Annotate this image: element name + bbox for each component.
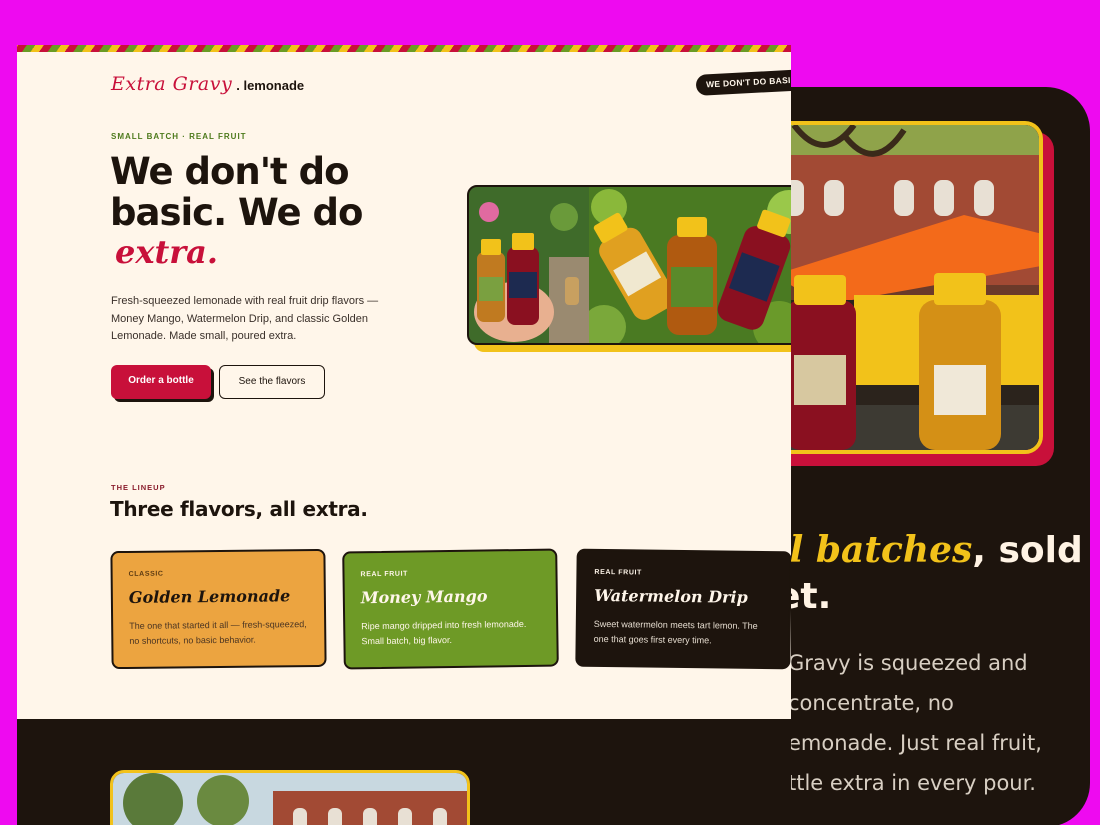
hero-eyebrow: SMALL BATCH · REAL FRUIT xyxy=(111,132,247,141)
hand-holding-bottles-photo xyxy=(469,187,589,343)
building-photo-illustration xyxy=(113,773,467,825)
card-name: Golden Lemonade xyxy=(128,586,291,607)
hero-description: Fresh-squeezed lemonade with real fruit … xyxy=(111,295,379,342)
card-name: Watermelon Drip xyxy=(594,585,748,607)
headline-rest: , sold xyxy=(972,530,1083,571)
building-photo xyxy=(110,770,470,825)
card-name: Money Mango xyxy=(360,586,488,608)
candy-stripe-border xyxy=(17,45,791,52)
bottles-in-plants-photo xyxy=(582,187,791,343)
lineup-title: Three flavors, all extra. xyxy=(110,497,368,521)
back-body: Gravy is squeezed and concentrate, no em… xyxy=(788,643,1088,803)
tagline-pill: WE DON'T DO BASIC xyxy=(695,69,791,96)
bottles-photo-illustration xyxy=(582,187,791,343)
dark-section xyxy=(17,719,791,825)
storefront-photo xyxy=(760,121,1043,454)
back-body-line: ttle extra in every pour. xyxy=(788,771,1036,795)
card-label: CLASSIC xyxy=(128,570,164,578)
flavor-card-money-mango[interactable]: REAL FRUIT Money Mango Ripe mango drippe… xyxy=(342,548,559,670)
back-body-line: concentrate, no xyxy=(788,691,954,715)
card-label: REAL FRUIT xyxy=(594,568,642,577)
hero-photos xyxy=(467,185,791,345)
lineup-eyebrow: THE LINEUP xyxy=(111,483,166,492)
brand-logo[interactable]: Extra Gravy . lemonade xyxy=(111,73,304,95)
card-description: The one that started it all — fresh-sque… xyxy=(129,619,307,646)
back-headline: ll batches, sold et. xyxy=(776,527,1090,620)
flavor-card-watermelon-drip[interactable]: REAL FRUIT Watermelon Drip Sweet waterme… xyxy=(575,548,791,670)
card-label: REAL FRUIT xyxy=(360,570,409,579)
main-page-preview: Extra Gravy . lemonade WE DON'T DO BASIC… xyxy=(17,45,791,825)
card-description: Sweet watermelon meets tart lemon. The o… xyxy=(593,618,758,645)
hero-accent-word: extra. xyxy=(115,233,218,271)
hero-title: We don't do basic. We do xyxy=(110,150,363,234)
back-body-line: Gravy is squeezed and xyxy=(788,651,1028,675)
see-flavors-button[interactable]: See the flavors xyxy=(219,365,325,399)
back-body-line: emonade. Just real fruit, xyxy=(788,731,1042,755)
flavor-card-golden-lemonade[interactable]: CLASSIC Golden Lemonade The one that sta… xyxy=(110,548,327,670)
brand-wordmark: Extra Gravy xyxy=(111,73,233,95)
headline-accent: ll batches xyxy=(776,529,973,571)
brand-suffix: . lemonade xyxy=(236,78,305,93)
storefront-photo-illustration xyxy=(764,125,1039,450)
card-description: Ripe mango dripped into fresh lemonade. … xyxy=(361,618,527,646)
hand-photo-illustration xyxy=(469,187,589,343)
order-bottle-button[interactable]: Order a bottle xyxy=(111,365,211,399)
